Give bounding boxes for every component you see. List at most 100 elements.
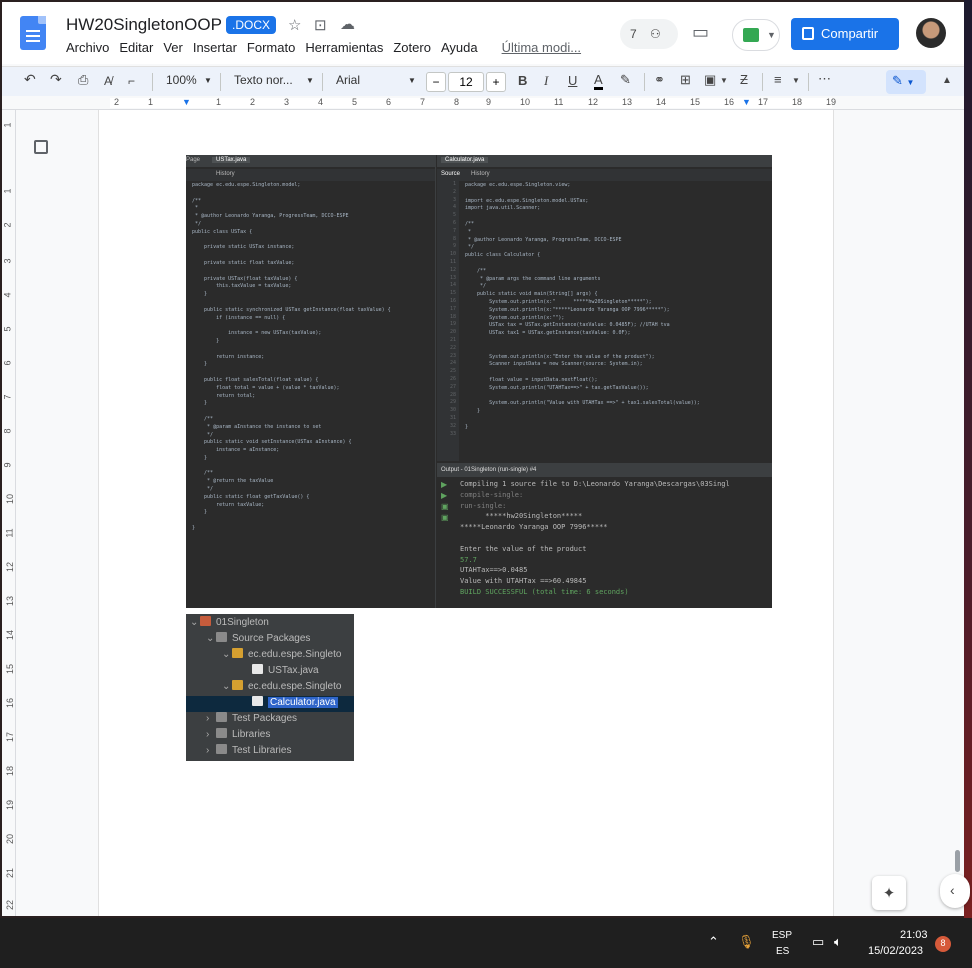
- italic-button[interactable]: I: [544, 73, 548, 89]
- font-select[interactable]: Arial: [336, 73, 360, 87]
- output-tabbar: Output - 01Singleton (run-single) #4: [437, 465, 772, 477]
- docs-logo-icon[interactable]: [20, 16, 46, 50]
- comment-icon[interactable]: ▭: [692, 22, 709, 43]
- explore-button[interactable]: ✦: [872, 876, 906, 910]
- project-tree-image[interactable]: ⌄ 01Singleton ⌄ Source Packages ⌄ ec.edu.es…: [186, 614, 354, 761]
- menu-insertar[interactable]: Insertar: [193, 40, 237, 55]
- text-color-button[interactable]: A: [594, 72, 603, 90]
- ruler-number: 12: [5, 561, 16, 573]
- move-folder-icon[interactable]: ⊡: [314, 16, 327, 34]
- undo-icon[interactable]: ↶: [24, 71, 36, 88]
- document-outline-icon[interactable]: [34, 140, 48, 154]
- document-title[interactable]: HW20SingletonOOP: [66, 15, 222, 35]
- clear-format-icon[interactable]: Ƶ: [740, 72, 748, 87]
- tree-file-ustax-label: USTax.java: [268, 665, 319, 676]
- tree-project-label: 01Singleton: [216, 617, 269, 628]
- share-button[interactable]: Compartir: [791, 18, 899, 50]
- menu-formato[interactable]: Formato: [247, 40, 295, 55]
- chevron-down-icon: ▼: [792, 76, 800, 85]
- ruler-number: 15: [5, 663, 16, 675]
- print-icon[interactable]: ⎙: [78, 72, 88, 88]
- spellcheck-icon[interactable]: A̸: [104, 74, 112, 88]
- network-icon[interactable]: ▭: [812, 934, 824, 950]
- tree-libraries-label: Libraries: [232, 729, 271, 740]
- clock-date[interactable]: 15/02/2023: [868, 945, 923, 957]
- font-size-input[interactable]: 12: [448, 72, 484, 92]
- align-icon[interactable]: ≡: [774, 72, 782, 87]
- bold-button[interactable]: B: [518, 73, 527, 88]
- language-code[interactable]: ESP: [772, 930, 792, 941]
- menu-ver[interactable]: Ver: [163, 40, 183, 55]
- run-icon: ▶ ▶ ▣ ▣: [441, 480, 449, 522]
- ruler-number: 4: [2, 292, 13, 298]
- ruler-number: 16: [5, 697, 16, 709]
- package-icon: [232, 680, 243, 690]
- ruler-number: 7: [420, 97, 426, 107]
- collapse-menu-icon[interactable]: ▲: [942, 75, 952, 86]
- link-icon[interactable]: ⚭: [654, 72, 665, 88]
- ide-source-tab: Source: [441, 171, 461, 177]
- avatar[interactable]: [916, 18, 946, 48]
- underline-button[interactable]: U: [568, 73, 577, 88]
- vertical-ruler[interactable]: 1 1 2 3 4 5 6 7 8 9 10 11 12 13 14 15 16…: [2, 110, 16, 916]
- horizontal-ruler[interactable]: 2 1 ▼ 1 2 3 4 5 6 7 8 9 10 11 12 13 14 1…: [2, 96, 964, 110]
- indent-marker-icon[interactable]: ▼: [182, 97, 191, 107]
- more-options-icon[interactable]: ⋯: [818, 71, 831, 87]
- right-indent-marker-icon[interactable]: ▼: [742, 97, 751, 107]
- ide-screenshot-image[interactable]: Page USTax.java History package ec.edu.e…: [186, 155, 772, 608]
- clock-time[interactable]: 21:03: [900, 929, 928, 941]
- paint-format-icon[interactable]: ⌐: [128, 74, 135, 88]
- font-size-increase-button[interactable]: +: [486, 72, 506, 92]
- folder-icon: [216, 728, 227, 738]
- java-file-icon: [252, 696, 263, 706]
- menu-zotero[interactable]: Zotero: [393, 40, 431, 55]
- ruler-number: 1: [216, 97, 222, 107]
- output-line: Value with UTAHTax ==>60.49845: [460, 577, 587, 586]
- editing-mode-button[interactable]: ✎ ▼: [886, 70, 926, 94]
- browser-window: HW20SingletonOOP .DOCX ☆ ⊡ ☁ Archivo Edi…: [2, 2, 964, 916]
- ruler-number: 6: [386, 97, 392, 107]
- vertical-scrollbar[interactable]: [955, 850, 960, 872]
- pencil-icon: ✎: [892, 73, 903, 88]
- ruler-number: 3: [284, 97, 290, 107]
- ide-right-tabbar: Calculator.java: [437, 155, 772, 167]
- chevron-up-icon[interactable]: ⌃: [708, 934, 719, 950]
- collaborator-count[interactable]: 7 ⚇: [620, 19, 678, 49]
- tree-test-packages: › Test Packages: [206, 712, 297, 728]
- font-size-decrease-button[interactable]: −: [426, 72, 446, 92]
- ruler-number: 2: [2, 222, 13, 228]
- style-select[interactable]: Texto nor...: [234, 73, 293, 87]
- sparkle-icon: ✦: [882, 885, 896, 902]
- volume-icon[interactable]: 🔈︎: [834, 934, 842, 950]
- cloud-status-icon[interactable]: ☁: [340, 15, 355, 33]
- redo-icon[interactable]: ↷: [50, 71, 62, 88]
- tree-file-ustax: USTax.java: [252, 664, 319, 680]
- menu-herramientas[interactable]: Herramientas: [305, 40, 383, 55]
- zoom-select[interactable]: 100%: [166, 73, 197, 87]
- chevron-down-icon: ⌄: [190, 617, 199, 628]
- chevron-down-icon: ▼: [906, 78, 915, 87]
- chevron-left-icon: ‹: [950, 882, 955, 898]
- language-region[interactable]: ES: [776, 946, 789, 957]
- folder-icon: [216, 712, 227, 722]
- side-panel-toggle-button[interactable]: ‹: [940, 874, 970, 908]
- ide-output-panel: Output - 01Singleton (run-single) #4 ▶ ▶ ▣…: [437, 463, 772, 608]
- last-edit-link[interactable]: Última modi...: [502, 40, 581, 55]
- star-icon[interactable]: ☆: [288, 16, 301, 34]
- ustax-source-code: package ec.edu.espe.Singleton.model; /**…: [192, 182, 391, 532]
- menu-archivo[interactable]: Archivo: [66, 40, 109, 55]
- menu-ayuda[interactable]: Ayuda: [441, 40, 478, 55]
- add-comment-icon[interactable]: ⊞: [680, 72, 691, 88]
- notification-badge[interactable]: 8: [935, 936, 951, 952]
- microphone-icon[interactable]: 🎙: [738, 934, 755, 950]
- output-line: BUILD SUCCESSFUL (total time: 6 seconds): [460, 587, 629, 596]
- ide-right-subbar: Source History: [437, 169, 772, 181]
- ide-left-subbar: History: [186, 169, 435, 181]
- ruler-number: 11: [4, 528, 15, 538]
- meet-button[interactable]: ▼: [732, 19, 780, 51]
- ruler-number: 10: [5, 493, 16, 505]
- ruler-number: 10: [520, 97, 531, 107]
- insert-image-icon[interactable]: ▣: [704, 72, 716, 88]
- highlight-icon[interactable]: ✎: [620, 72, 631, 88]
- menu-editar[interactable]: Editar: [119, 40, 153, 55]
